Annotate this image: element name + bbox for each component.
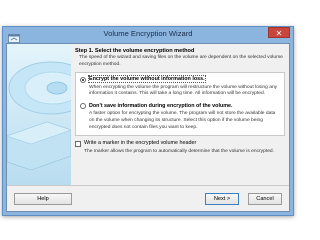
marker-description: The marker allows the program to automat…: [84, 148, 275, 154]
step-description: The speed of the wizard and saving files…: [79, 55, 283, 67]
encryption-options: Encrypt the volume without information l…: [75, 72, 285, 137]
footer-divider: [7, 185, 289, 186]
option-label[interactable]: Encrypt the volume without information l…: [87, 74, 207, 84]
window-title: Volume Encryption Wizard: [103, 29, 193, 38]
title-bar[interactable]: Volume Encryption Wizard ✕: [3, 27, 293, 43]
next-button[interactable]: Next >: [205, 193, 239, 205]
wizard-content: Step 1. Select the volume encryption met…: [75, 48, 285, 185]
option-no-save[interactable]: Don't save information during encryption…: [80, 103, 280, 110]
close-icon: ✕: [275, 29, 283, 38]
option-label[interactable]: Don't save information during encryption…: [89, 103, 233, 109]
marker-checkbox[interactable]: [75, 140, 81, 147]
marker-checkbox-row[interactable]: Write a marker in the encrypted volume h…: [75, 140, 285, 147]
option-description: When encrypting the volume the program w…: [89, 84, 278, 97]
option-encrypt-no-loss[interactable]: Encrypt the volume without information l…: [80, 74, 280, 84]
disk-art: [7, 44, 71, 185]
marker-label[interactable]: Write a marker in the encrypted volume h…: [84, 140, 196, 146]
close-button[interactable]: ✕: [268, 27, 290, 38]
wizard-window: Volume Encryption Wizard ✕ Step 1. Selec…: [2, 26, 294, 216]
radio-encrypt-no-loss[interactable]: [80, 76, 86, 83]
option-description: A faster option for encrypting the volum…: [89, 111, 276, 130]
cancel-button[interactable]: Cancel: [248, 193, 282, 205]
help-button[interactable]: Help: [14, 193, 72, 205]
wizard-client: Step 1. Select the volume encryption met…: [6, 43, 290, 212]
radio-no-save[interactable]: [80, 103, 86, 110]
side-art-panel: [7, 44, 71, 185]
step-title: Step 1. Select the volume encryption met…: [75, 48, 195, 54]
